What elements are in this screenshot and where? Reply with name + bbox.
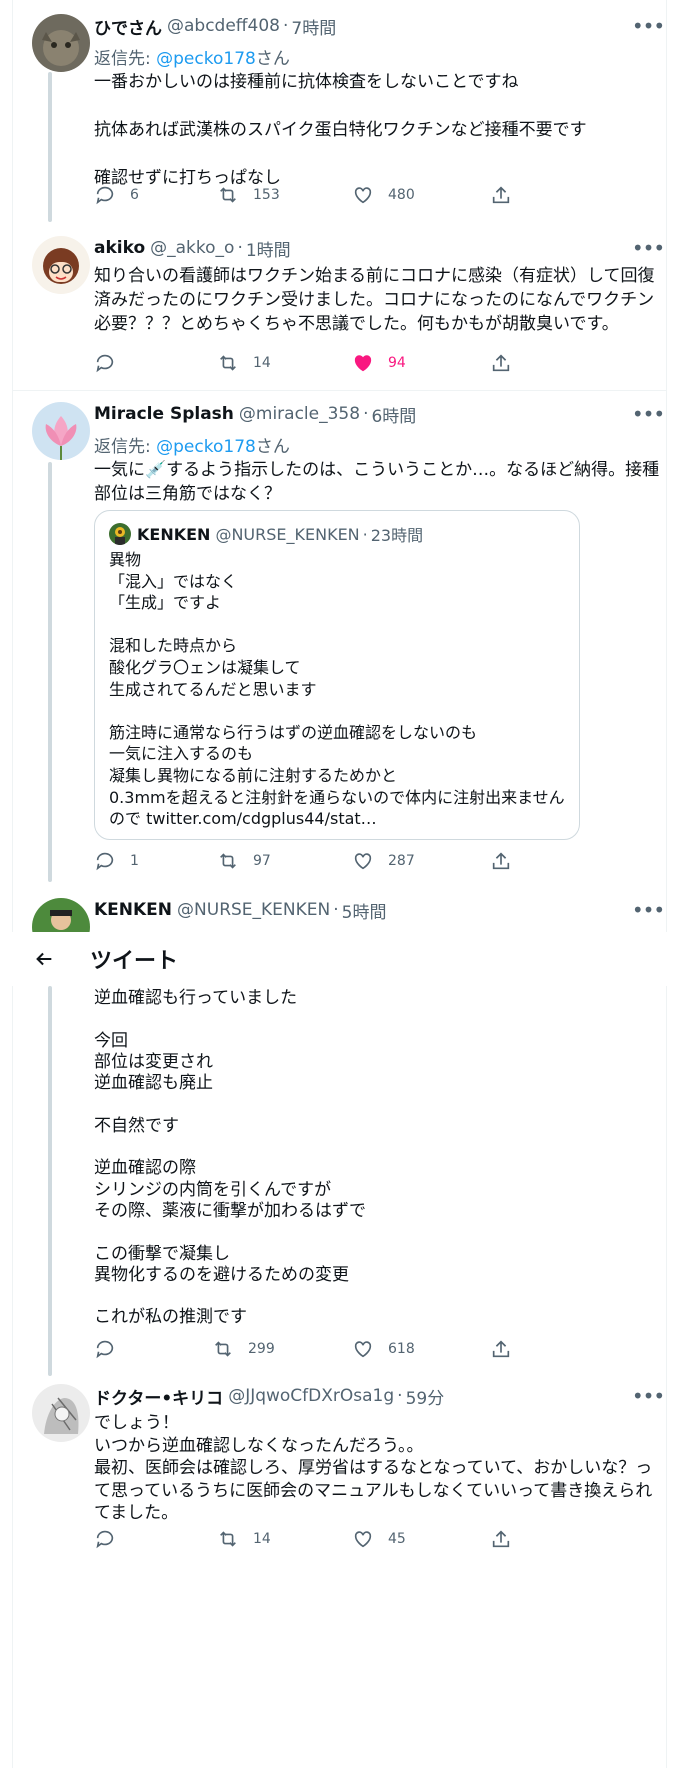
divider bbox=[12, 390, 667, 391]
more-options-button[interactable]: ••• bbox=[632, 402, 665, 426]
like-button[interactable]: 45 bbox=[352, 1528, 406, 1550]
retweet-icon bbox=[215, 1341, 231, 1357]
cat-avatar-icon bbox=[32, 14, 90, 72]
quoted-tweet-text: 異物 「混入」ではなく 「生成」ですよ 混和した時点から 酸化グラ〇ェンは凝集し… bbox=[109, 550, 565, 829]
thread-line bbox=[48, 986, 52, 1376]
retweet-button[interactable]: 153 bbox=[217, 184, 280, 206]
sunflower-avatar-icon bbox=[109, 523, 131, 545]
retweet-button[interactable]: 14 bbox=[217, 1528, 271, 1550]
timestamp[interactable]: 59分 bbox=[406, 1384, 445, 1409]
share-button[interactable] bbox=[490, 352, 512, 374]
user-handle[interactable]: @JJqwoCfDXrOsa1g bbox=[228, 1386, 394, 1406]
user-handle[interactable]: @miracle_358 bbox=[239, 404, 360, 424]
timestamp[interactable]: 1時間 bbox=[246, 236, 291, 261]
thread-line bbox=[48, 72, 52, 222]
user-handle: @NURSE_KENKEN bbox=[215, 524, 360, 544]
share-icon bbox=[492, 1340, 510, 1358]
share-button[interactable] bbox=[490, 1528, 512, 1550]
reply-icon bbox=[96, 354, 114, 373]
like-button[interactable]: 618 bbox=[352, 1338, 415, 1360]
avatar[interactable] bbox=[32, 1384, 90, 1442]
user-handle[interactable]: @abcdeff408 bbox=[167, 16, 280, 36]
share-icon bbox=[492, 852, 510, 870]
reply-icon bbox=[96, 1340, 114, 1359]
back-button[interactable] bbox=[32, 947, 56, 971]
syringe-emoji: 💉 bbox=[145, 460, 167, 480]
share-button[interactable] bbox=[490, 850, 512, 872]
sketch-avatar-icon bbox=[32, 1384, 90, 1442]
like-button[interactable]: 94 bbox=[352, 352, 406, 374]
more-options-button[interactable]: ••• bbox=[632, 236, 665, 260]
thread-line bbox=[48, 462, 52, 882]
tweet-text: 逆血確認も行っていました 今回 部位は変更され 逆血確認も廃止 不自然です 逆血… bbox=[94, 988, 366, 1328]
retweet-icon bbox=[220, 853, 236, 869]
retweet-button[interactable]: 14 bbox=[217, 352, 271, 374]
display-name[interactable]: ドクター•キリコ bbox=[94, 1384, 223, 1409]
like-button[interactable]: 480 bbox=[352, 184, 415, 206]
retweet-icon bbox=[220, 355, 236, 371]
more-options-button[interactable]: ••• bbox=[632, 898, 665, 922]
retweet-icon bbox=[220, 1531, 236, 1547]
avatar[interactable] bbox=[32, 236, 90, 294]
timestamp[interactable]: 5時間 bbox=[342, 898, 387, 923]
quoted-tweet[interactable]: KENKEN @NURSE_KENKEN · 23時間 異物 「混入」ではなく … bbox=[94, 510, 580, 840]
reply-icon bbox=[96, 1530, 114, 1549]
share-button[interactable] bbox=[490, 1338, 512, 1360]
user-handle[interactable]: @NURSE_KENKEN bbox=[177, 900, 330, 920]
timestamp[interactable]: 7時間 bbox=[291, 14, 336, 39]
mention-link[interactable]: @pecko178 bbox=[156, 437, 256, 457]
retweet-button[interactable]: 299 bbox=[212, 1338, 275, 1360]
share-button[interactable] bbox=[490, 184, 512, 206]
heart-icon bbox=[354, 187, 372, 204]
like-button[interactable]: 287 bbox=[352, 850, 415, 872]
retweet-icon bbox=[220, 187, 236, 203]
user-handle[interactable]: @_akko_o bbox=[150, 238, 234, 258]
reply-button[interactable] bbox=[94, 1338, 130, 1360]
retweet-button[interactable]: 97 bbox=[217, 850, 271, 872]
sticky-header: ツイート bbox=[12, 932, 667, 986]
reply-to: 返信先: @pecko178さん bbox=[94, 437, 290, 457]
avatar bbox=[109, 523, 131, 545]
tweet-text: 一気に💉するよう指示したのは、こういうことか…。なるほど納得。接種部位は三角筋で… bbox=[94, 460, 660, 504]
heart-filled-icon bbox=[354, 355, 372, 372]
avatar[interactable] bbox=[32, 14, 90, 72]
display-name: KENKEN bbox=[137, 524, 211, 544]
timestamp[interactable]: 6時間 bbox=[371, 402, 416, 427]
girl-avatar-icon bbox=[32, 236, 90, 294]
page-title: ツイート bbox=[90, 949, 179, 974]
more-options-button[interactable]: ••• bbox=[632, 1384, 665, 1408]
reply-button[interactable] bbox=[94, 1528, 130, 1550]
share-icon bbox=[492, 1530, 510, 1548]
heart-icon bbox=[354, 1341, 372, 1358]
reply-button[interactable]: 6 bbox=[94, 184, 139, 206]
mention-link[interactable]: @pecko178 bbox=[156, 49, 256, 69]
tweet-text: でしょう！ いつから逆血確認しなくなったんだろう。。 最初、医師会は確認しろ、厚… bbox=[94, 1413, 653, 1523]
lotus-avatar-icon bbox=[32, 402, 90, 460]
heart-icon bbox=[354, 853, 372, 870]
tweet-text: 一番おかしいのは接種前に抗体検査をしないことですね 抗体あれば武漢株のスパイク蛋… bbox=[94, 72, 587, 188]
avatar[interactable] bbox=[32, 402, 90, 460]
reply-icon bbox=[96, 852, 114, 871]
arrow-left-icon bbox=[36, 952, 52, 966]
display-name[interactable]: Miracle Splash bbox=[94, 404, 234, 424]
display-name[interactable]: akiko bbox=[94, 238, 145, 258]
reply-icon bbox=[96, 186, 114, 205]
reply-button[interactable]: 1 bbox=[94, 850, 139, 872]
reply-to: 返信先: @pecko178さん bbox=[94, 49, 290, 69]
tweet-text: 知り合いの看護師はワクチン始まる前にコロナに感染（有症状）して回復済みだったのに… bbox=[94, 266, 655, 334]
reply-button[interactable] bbox=[94, 352, 130, 374]
display-name[interactable]: ひでさん bbox=[94, 14, 162, 39]
heart-icon bbox=[354, 1531, 372, 1548]
display-name[interactable]: KENKEN bbox=[94, 900, 172, 920]
timestamp: 23時間 bbox=[370, 526, 424, 545]
share-icon bbox=[492, 186, 510, 204]
more-options-button[interactable]: ••• bbox=[632, 14, 665, 38]
share-icon bbox=[492, 354, 510, 372]
